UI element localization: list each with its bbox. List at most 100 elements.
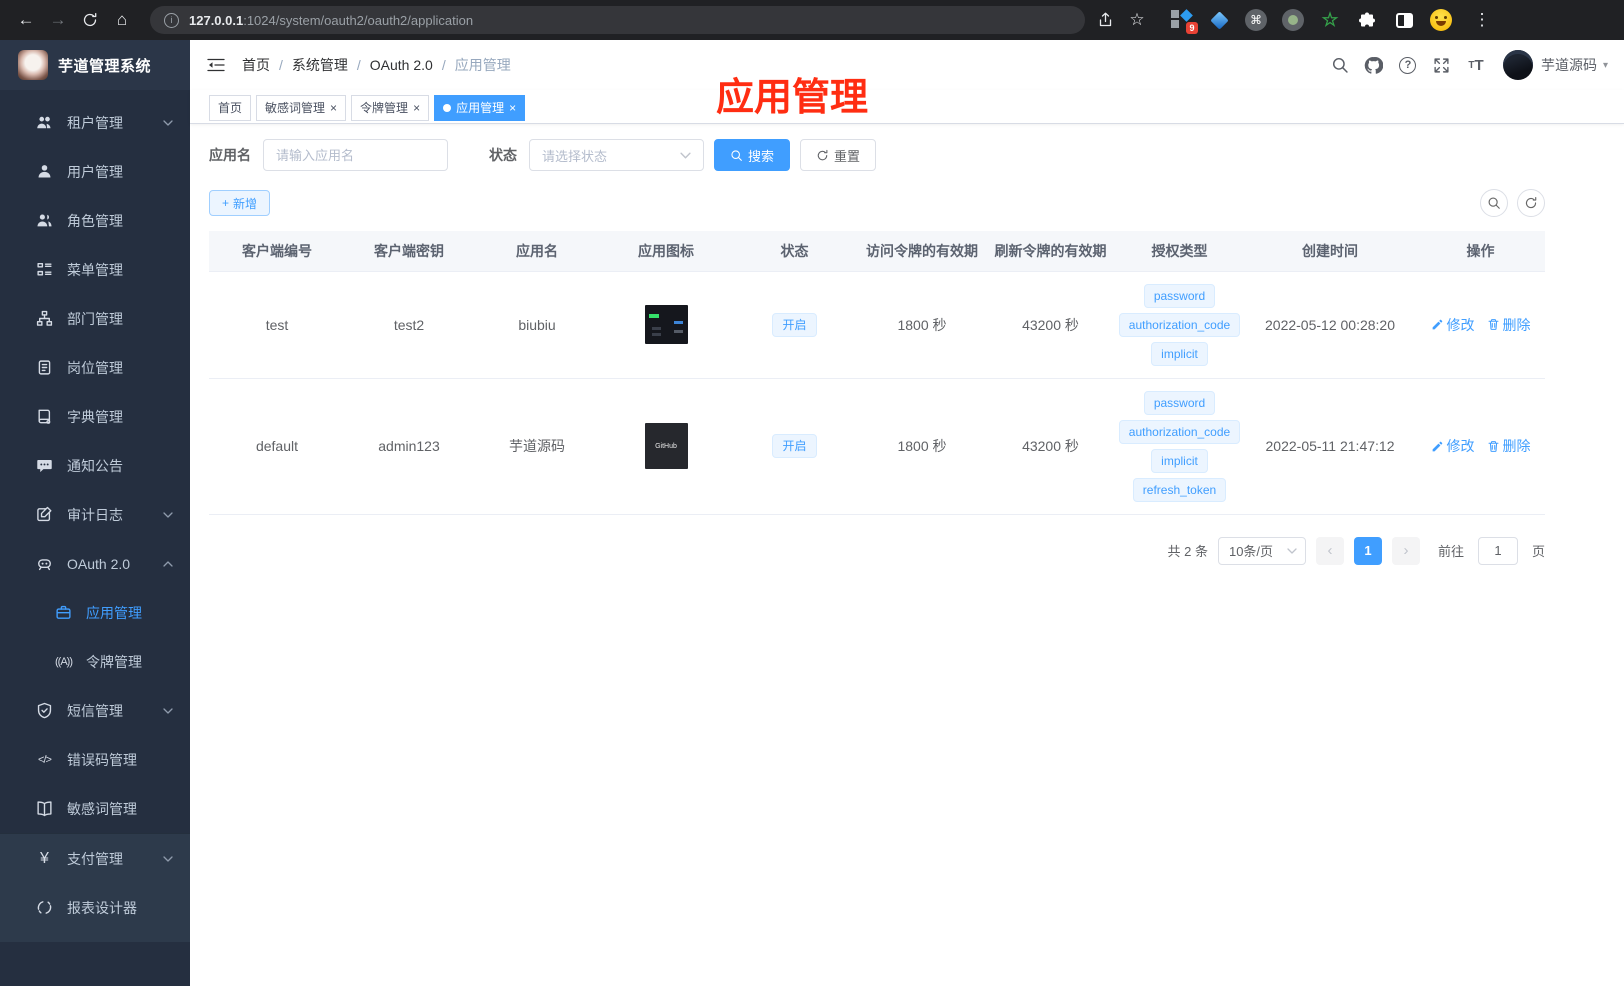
username-label[interactable]: 芋道源码 (1541, 55, 1597, 75)
status-select[interactable]: 请选择状态 (529, 139, 704, 171)
extension-blocks-icon[interactable]: 9 (1171, 9, 1198, 34)
robot-icon (36, 555, 53, 572)
extension-record-icon[interactable] (1282, 9, 1304, 31)
breadcrumb-home[interactable]: 首页 (242, 55, 270, 75)
sidebar-item-oauth[interactable]: OAuth 2.0 (0, 539, 190, 588)
prev-page-button[interactable]: ‹ (1315, 536, 1344, 565)
close-icon[interactable]: × (413, 102, 420, 114)
search-icon (731, 149, 742, 161)
code-icon: </> (38, 753, 52, 766)
tab-token[interactable]: 令牌管理 × (351, 94, 430, 121)
app-logo (18, 50, 48, 80)
delete-link[interactable]: 删除 (1487, 436, 1531, 456)
tab-application-active[interactable]: 应用管理 × (434, 94, 526, 121)
sidebar-fold-button[interactable] (206, 55, 226, 75)
sidebar-item-sms[interactable]: 短信管理 (0, 686, 190, 735)
app-icon-thumbnail (644, 305, 688, 344)
refresh-icon (1525, 197, 1537, 209)
col-created-at: 创建时间 (1244, 231, 1416, 271)
grant-tag: password (1143, 283, 1216, 308)
sidebar-item-menu[interactable]: 菜单管理 (0, 245, 190, 294)
toggle-search-button[interactable] (1480, 189, 1508, 217)
sidebar-item-oauth-application[interactable]: 应用管理 (0, 588, 190, 637)
header-search-button[interactable] (1323, 48, 1357, 82)
col-app-name: 应用名 (473, 231, 601, 271)
refresh-icon (817, 149, 828, 160)
sidebar-item-sensitive-word[interactable]: 敏感词管理 (0, 784, 190, 833)
address-bar[interactable]: i 127.0.0.1:1024/system/oauth2/oauth2/ap… (150, 6, 1085, 34)
user-avatar[interactable] (1502, 50, 1533, 80)
reset-button[interactable]: 重置 (800, 139, 877, 171)
edit-link[interactable]: 修改 (1431, 436, 1475, 456)
fullscreen-button[interactable] (1425, 48, 1459, 82)
cell-created-at: 2022-05-12 00:28:20 (1244, 270, 1416, 378)
github-icon (1365, 56, 1384, 74)
sidebar-item-label: 错误码管理 (67, 751, 137, 768)
sidebar-item-label: 短信管理 (67, 702, 123, 719)
tab-sensitive-word[interactable]: 敏感词管理 × (256, 94, 347, 121)
sidebar-item-dict[interactable]: 字典管理 (0, 392, 190, 441)
grant-tag: implicit (1151, 341, 1208, 366)
sidebar-item-report-designer[interactable]: 报表设计器 (0, 883, 190, 932)
share-button[interactable] (1089, 4, 1121, 36)
sidebar-item-label: 通知公告 (67, 457, 123, 474)
sidebar-item-role[interactable]: 角色管理 (0, 196, 190, 245)
sidebar-toggle-icon[interactable] (1393, 9, 1415, 31)
caret-down-icon[interactable]: ▾ (1603, 60, 1608, 71)
app-name-input[interactable] (263, 139, 448, 171)
col-grant-types: 授权类型 (1115, 231, 1244, 271)
app-logo-row[interactable]: 芋道管理系统 (0, 40, 190, 90)
notice-bubble-icon (36, 457, 53, 474)
sidebar-item-user[interactable]: 用户管理 (0, 147, 190, 196)
page-size-select[interactable]: 10条/页 (1217, 536, 1306, 565)
sidebar-item-post[interactable]: 岗位管理 (0, 343, 190, 392)
browser-forward-button[interactable]: → (42, 4, 74, 36)
refresh-table-button[interactable] (1517, 189, 1545, 217)
filter-form: 应用名 状态 请选择状态 搜索 重置 (209, 139, 1545, 171)
help-button[interactable]: ? (1391, 48, 1425, 82)
profile-avatar-icon[interactable] (1430, 9, 1452, 31)
sidebar-item-errcode[interactable]: </> 错误码管理 (0, 735, 190, 784)
current-page-button[interactable]: 1 (1353, 536, 1382, 565)
breadcrumb-oauth[interactable]: OAuth 2.0 (370, 57, 433, 73)
browser-reload-button[interactable] (74, 4, 106, 36)
sidebar-item-dept[interactable]: 部门管理 (0, 294, 190, 343)
col-status: 状态 (731, 231, 858, 271)
extension-green-star-icon[interactable]: ☆ (1319, 9, 1341, 31)
sidebar-item-tenant[interactable]: 租户管理 (0, 98, 190, 147)
extension-command-icon[interactable]: ⌘ (1245, 9, 1267, 31)
browser-menu-button[interactable]: ⋮ (1466, 4, 1498, 36)
search-button[interactable]: 搜索 (714, 139, 791, 171)
role-users-icon (36, 212, 53, 229)
github-link-button[interactable] (1357, 48, 1391, 82)
sidebar-item-audit-log[interactable]: 审计日志 (0, 490, 190, 539)
close-icon[interactable]: × (509, 102, 516, 114)
font-size-button[interactable]: TT (1459, 48, 1493, 82)
bookmark-button[interactable]: ☆ (1121, 4, 1153, 36)
extensions-puzzle-icon[interactable] (1356, 9, 1378, 31)
sidebar-item-pay[interactable]: ¥ 支付管理 (0, 834, 190, 883)
url-path: :1024/system/oauth2/oauth2/application (243, 12, 474, 28)
browser-home-button[interactable]: ⌂ (106, 4, 138, 36)
delete-link[interactable]: 删除 (1487, 315, 1531, 335)
close-icon[interactable]: × (330, 102, 337, 114)
tab-home[interactable]: 首页 (209, 94, 252, 121)
site-info-icon[interactable]: i (164, 12, 179, 28)
edit-link[interactable]: 修改 (1431, 315, 1475, 335)
sidebar-item-label: 支付管理 (67, 850, 123, 867)
briefcase-icon (55, 604, 72, 621)
add-button[interactable]: + 新增 (209, 190, 271, 216)
goto-page-input[interactable] (1477, 536, 1518, 565)
chevron-down-icon (680, 152, 691, 159)
table-header-row: 客户端编号 客户端密钥 应用名 应用图标 状态 访问令牌的有效期 刷新令牌的有效… (209, 231, 1545, 271)
pagination: 共 2 条 10条/页 ‹ 1 › 前往 页 (209, 536, 1545, 565)
sidebar-item-notice[interactable]: 通知公告 (0, 441, 190, 490)
browser-back-button[interactable]: ← (10, 4, 42, 36)
cell-app-name: biubiu (473, 270, 601, 378)
breadcrumb-system[interactable]: 系统管理 (292, 55, 348, 75)
sidebar-item-oauth-token[interactable]: ((A)) 令牌管理 (0, 637, 190, 686)
tags-view-bar: 首页 敏感词管理 × 令牌管理 × 应用管理 × (190, 90, 1624, 124)
app-name-label: 应用名 (209, 147, 251, 163)
extension-gem-icon[interactable] (1208, 9, 1230, 31)
next-page-button[interactable]: › (1391, 536, 1420, 565)
